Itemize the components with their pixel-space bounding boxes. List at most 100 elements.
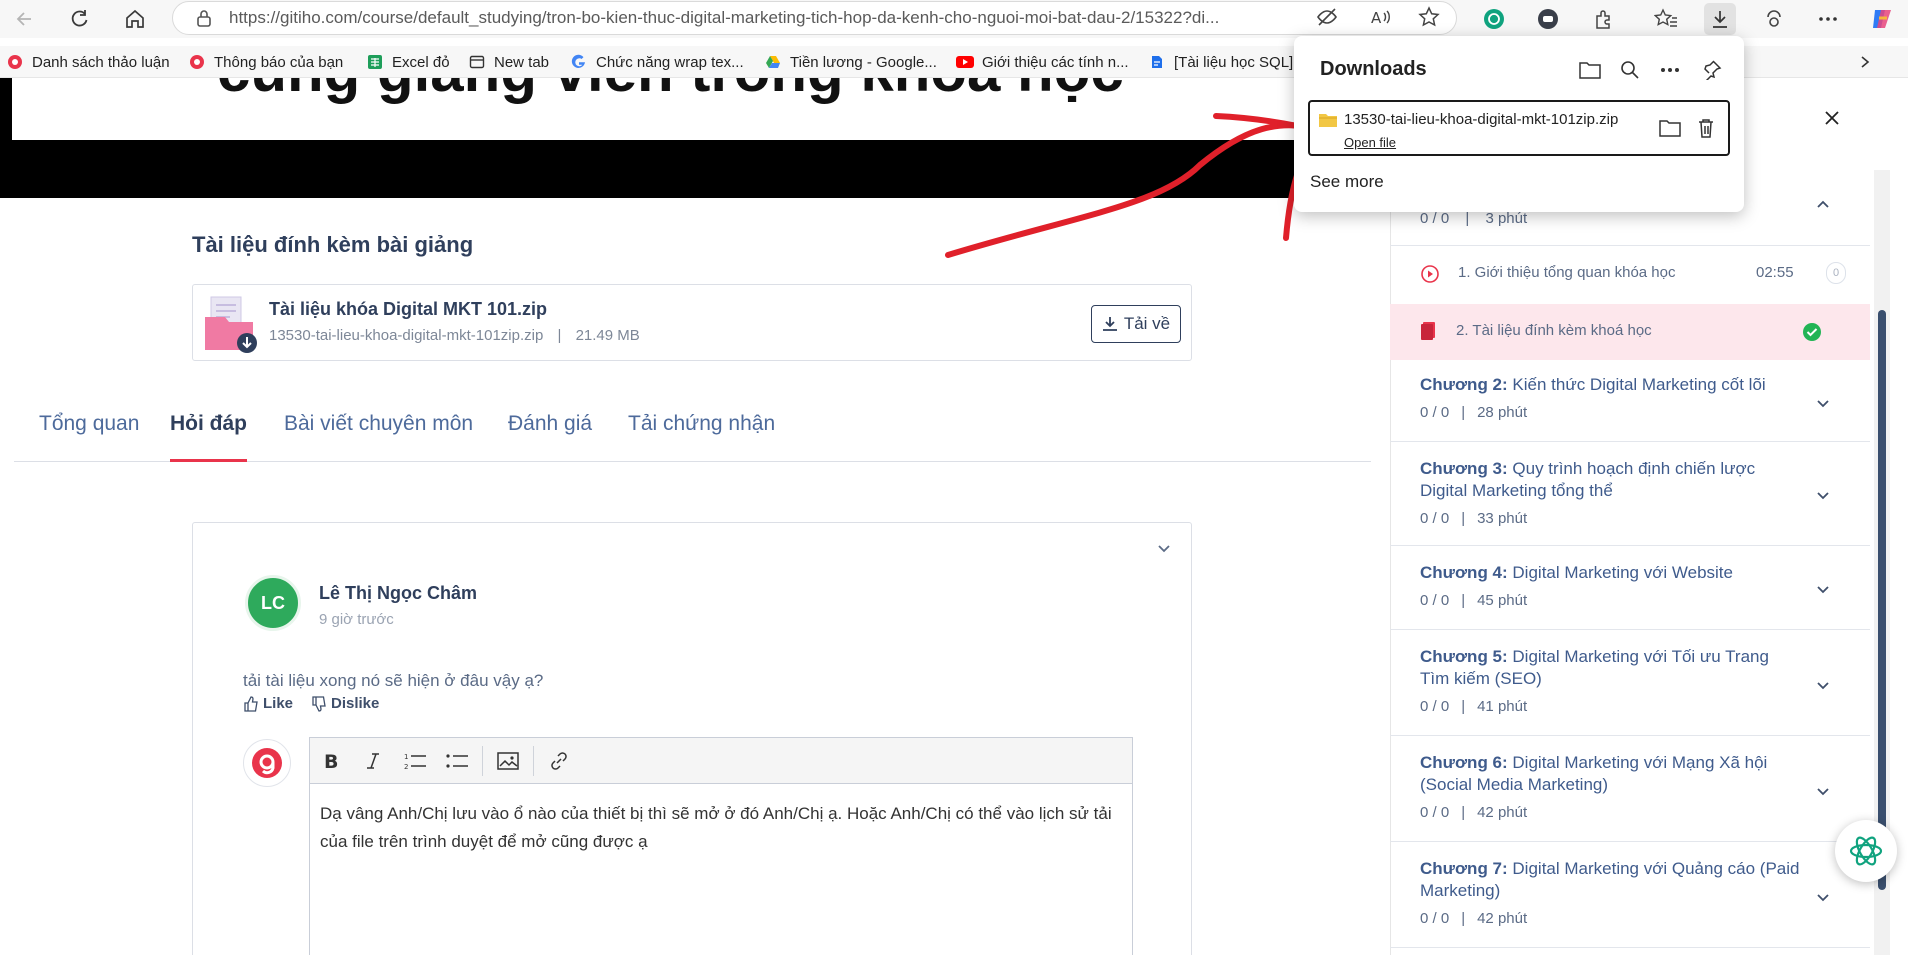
chapter-6[interactable]: Chương 6: Digital Marketing với Mạng Xã …	[1390, 736, 1870, 842]
scrollbar-thumb[interactable]	[1878, 310, 1886, 890]
lesson-item[interactable]: 1. Giới thiệu tổng quan khóa học 02:55 0	[1390, 246, 1870, 302]
insert-link-button[interactable]	[538, 738, 580, 784]
chapter-2[interactable]: Chương 2: Kiến thức Digital Marketing cố…	[1390, 360, 1870, 442]
svg-text:2: 2	[404, 763, 408, 770]
bookmark-features[interactable]: Giới thiệu các tính n...	[956, 51, 1129, 73]
read-aloud-icon[interactable]: A	[1370, 6, 1392, 28]
chapter-progress: 0 / 0	[1420, 404, 1450, 421]
italic-icon	[367, 752, 379, 769]
chapter-progress: 0 / 0	[1420, 592, 1450, 609]
bookmark-notifications[interactable]: Thông báo của bạn	[188, 51, 343, 73]
bookmark-wrap-text[interactable]: Chức năng wrap tex...	[570, 51, 744, 73]
downloads-button[interactable]	[1704, 3, 1736, 35]
openai-logo-icon	[1849, 836, 1883, 866]
close-sidebar-icon[interactable]	[1824, 110, 1840, 131]
download-attachment-button[interactable]: Tải về	[1091, 305, 1181, 343]
chapter-meta: 0 / 0 | 33 phút	[1420, 510, 1527, 527]
tracking-prevention-icon[interactable]	[1316, 6, 1338, 28]
bookmarks-overflow-chevron-icon[interactable]	[1858, 51, 1872, 73]
chapter-duration: 45 phút	[1477, 592, 1528, 609]
like-label: Like	[263, 695, 294, 712]
like-button[interactable]: Like	[243, 695, 293, 712]
chapter-title: Chương 6: Digital Marketing với Mạng Xã …	[1420, 752, 1800, 796]
chatgpt-extension-icon[interactable]	[1480, 5, 1508, 33]
favorite-star-icon[interactable]	[1418, 6, 1440, 28]
doc-icon	[1148, 53, 1166, 71]
chapter-7[interactable]: Chương 7: Digital Marketing với Quảng cá…	[1390, 842, 1870, 948]
see-more-link[interactable]: See more	[1310, 172, 1384, 192]
chevron-down-icon[interactable]	[1816, 396, 1830, 414]
dislike-button[interactable]: Dislike	[311, 695, 379, 712]
bookmark-salary[interactable]: Tiền lương - Google...	[764, 51, 937, 73]
copilot-icon[interactable]	[1868, 5, 1896, 33]
ordered-list-icon: 12	[404, 753, 426, 770]
attachment-meta: 13530-tai-lieu-khoa-digital-mkt-101zip.z…	[269, 327, 640, 344]
italic-button[interactable]	[352, 738, 394, 784]
thumbs-down-icon	[312, 695, 326, 712]
refresh-button[interactable]	[64, 4, 94, 34]
zip-folder-icon	[1318, 112, 1338, 133]
ordered-list-button[interactable]: 12	[394, 738, 436, 784]
drive-icon	[764, 53, 782, 71]
download-item[interactable]: 13530-tai-lieu-khoa-digital-mkt-101zip.z…	[1308, 100, 1730, 156]
collapse-chevron-icon[interactable]	[1157, 541, 1171, 559]
tab-reviews[interactable]: Đánh giá	[508, 412, 592, 462]
bookmark-label: Tiền lương - Google...	[790, 53, 937, 71]
attachments-heading: Tài liệu đính kèm bài giảng	[192, 232, 474, 257]
chapter-number: Chương 4:	[1420, 563, 1508, 582]
tab-articles[interactable]: Bài viết chuyên môn	[284, 412, 473, 462]
chevron-down-icon[interactable]	[1816, 784, 1830, 802]
chapter-4[interactable]: Chương 4: Digital Marketing với Website …	[1390, 546, 1870, 630]
bold-button[interactable]: B	[310, 738, 352, 784]
show-in-folder-icon[interactable]	[1658, 116, 1682, 140]
bookmark-discussions[interactable]: Danh sách thảo luận	[6, 51, 170, 73]
chevron-down-icon[interactable]	[1816, 488, 1830, 506]
chapter-5[interactable]: Chương 5: Digital Marketing với Tối ưu T…	[1390, 630, 1870, 736]
reply-editor[interactable]: B 12 Dạ vâng Anh/Chị lưu vào ổ nào của t…	[309, 737, 1133, 955]
chevron-down-icon[interactable]	[1816, 678, 1830, 696]
check-circle-icon	[1802, 322, 1822, 347]
youtube-icon	[956, 53, 974, 71]
chapter-title: Chương 4: Digital Marketing với Website	[1420, 562, 1800, 584]
more-options-icon[interactable]	[1658, 58, 1682, 82]
meta-separator: |	[557, 327, 562, 344]
chapter-meta: 0 / 0 | 41 phút	[1420, 698, 1527, 715]
more-menu-icon[interactable]	[1814, 5, 1842, 33]
search-icon[interactable]	[1618, 58, 1642, 82]
open-downloads-folder-icon[interactable]	[1578, 58, 1602, 82]
chat-widget-button[interactable]	[1835, 820, 1897, 882]
home-button[interactable]	[120, 4, 150, 34]
meta-separator: |	[1461, 510, 1466, 527]
open-file-link[interactable]: Open file	[1344, 135, 1396, 150]
tab-overview[interactable]: Tổng quan	[39, 412, 139, 462]
toolbar-divider	[482, 745, 483, 776]
pin-icon[interactable]	[1700, 58, 1724, 82]
tab-qa[interactable]: Hỏi đáp	[170, 412, 247, 462]
bookmark-label: Chức năng wrap tex...	[596, 53, 744, 71]
chapter-progress: 0 / 0	[1420, 210, 1450, 227]
reply-text[interactable]: Dạ vâng Anh/Chị lưu vào ổ nào của thiết …	[310, 784, 1132, 872]
chapter-duration: 3 phút	[1485, 210, 1528, 227]
tab-certificate[interactable]: Tải chứng nhận	[628, 412, 775, 462]
lesson-title: 2. Tài liệu đính kèm khoá học	[1456, 322, 1652, 339]
bullet-list-button[interactable]	[436, 738, 478, 784]
lesson-item-active[interactable]: 2. Tài liệu đính kèm khoá học	[1390, 304, 1870, 360]
play-circle-icon	[1420, 264, 1440, 289]
bookmark-sql[interactable]: [Tài liệu học SQL]	[1148, 51, 1293, 73]
chevron-up-icon[interactable]	[1816, 196, 1830, 214]
extensions-puzzle-icon[interactable]	[1590, 5, 1618, 33]
extension-icon[interactable]	[1534, 5, 1562, 33]
bookmark-excel[interactable]: Excel đỏ	[366, 51, 450, 73]
chevron-down-icon[interactable]	[1816, 890, 1830, 908]
lock-icon	[195, 9, 213, 27]
insert-image-button[interactable]	[487, 738, 529, 784]
chevron-down-icon[interactable]	[1816, 582, 1830, 600]
chapter-3[interactable]: Chương 3: Quy trình hoạch định chiến lượ…	[1390, 442, 1870, 546]
toolbar-divider	[533, 745, 534, 776]
bookmark-newtab[interactable]: New tab	[468, 51, 549, 73]
address-bar[interactable]: https://gitiho.com/course/default_studyi…	[172, 1, 1457, 35]
performance-icon[interactable]	[1760, 5, 1788, 33]
back-button[interactable]	[10, 4, 40, 34]
favorites-icon[interactable]	[1652, 5, 1680, 33]
delete-icon[interactable]	[1694, 116, 1718, 140]
